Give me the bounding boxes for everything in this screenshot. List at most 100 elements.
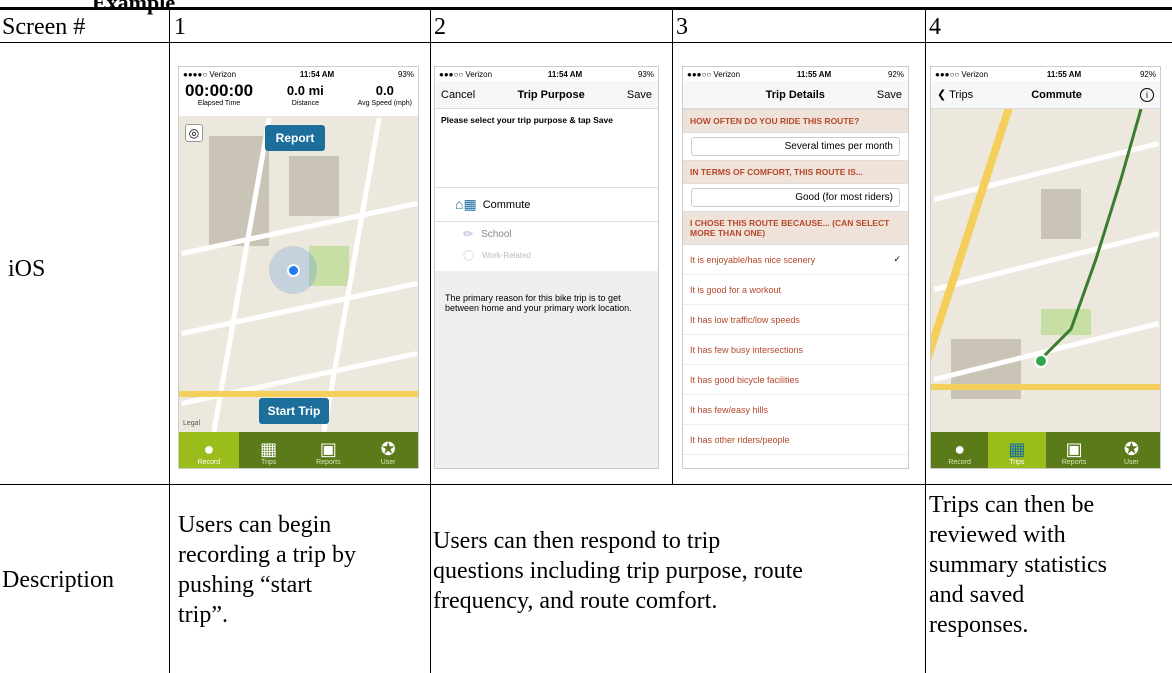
carrier-label: ●●●○○ Verizon <box>935 69 989 79</box>
reason-item[interactable]: It has good bicycle facilities <box>683 365 908 395</box>
reason-label: It has good bicycle facilities <box>690 374 800 385</box>
instruction-text: Please select your trip purpose & tap Sa… <box>441 115 613 125</box>
tab-record[interactable]: ● Record <box>179 432 239 468</box>
grid-line <box>0 42 1172 43</box>
reason-item[interactable]: It has other riders/people <box>683 425 908 455</box>
tab-label: Reports <box>316 459 341 466</box>
question-frequency: HOW OFTEN DO YOU RIDE THIS ROUTE? <box>683 109 908 133</box>
reason-item[interactable]: It has few busy intersections <box>683 335 908 365</box>
row-label-ios: iOS <box>8 256 46 282</box>
col-header-1: 1 <box>174 14 186 40</box>
grid-line <box>430 10 431 673</box>
tab-reports[interactable]: ▣ Reports <box>299 432 359 468</box>
speed-label: Avg Speed (mph) <box>357 100 412 107</box>
screen-trip-purpose: ●●●○○ Verizon 11:54 AM 93% Cancel Trip P… <box>434 66 659 469</box>
speed-value: 0.0 <box>375 83 394 98</box>
status-bar: ●●●●○ Verizon 11:54 AM 93% <box>179 67 418 81</box>
time-label: 11:54 AM <box>299 69 335 79</box>
save-button[interactable]: Save <box>877 89 902 101</box>
distance-value: 0.0 mi <box>286 83 324 98</box>
trip-start-marker-icon <box>1034 354 1048 368</box>
reason-label: It has few busy intersections <box>690 344 804 355</box>
col-header-4: 4 <box>929 14 941 40</box>
reason-label: It has few/easy hills <box>690 404 769 415</box>
tab-trips[interactable]: ▦ Trips <box>239 432 299 468</box>
nav-title: Trip Details <box>765 88 825 101</box>
reason-list: It is enjoyable/has nice scenery ✓ It is … <box>683 245 908 455</box>
desc-line: frequency, and route comfort. <box>433 588 718 614</box>
purpose-option-work[interactable]: ◯ Work-Related <box>435 246 658 264</box>
tab-user[interactable]: ✪ User <box>1103 432 1160 468</box>
desc-line: trip”. <box>178 602 228 628</box>
school-icon: ✏ <box>463 227 474 241</box>
route-path <box>1039 109 1143 361</box>
tab-reports[interactable]: ▣ Reports <box>1046 432 1103 468</box>
col-header-screen: Screen # <box>2 14 86 40</box>
legal-link[interactable]: Legal <box>183 420 200 427</box>
commute-icon: ⌂▦ <box>455 196 477 212</box>
screen-trip-details: ●●●○○ Verizon 11:55 AM 92% Trip Details … <box>682 66 909 469</box>
user-icon: ✪ <box>380 439 396 459</box>
purpose-option-commute[interactable]: ⌂▦ Commute <box>435 188 658 222</box>
map-icon: ▦ <box>260 439 278 459</box>
top-rule <box>0 7 1172 10</box>
tab-bar: ● Record ▦ Trips ▣ Reports ✪ User <box>179 432 418 468</box>
battery-label: 93% <box>397 69 414 79</box>
comfort-select[interactable]: Good (for most riders) <box>691 188 900 207</box>
reason-label: It has other riders/people <box>690 434 790 445</box>
grid-line <box>0 484 1172 485</box>
desc-line: questions including trip purpose, route <box>433 558 803 584</box>
tab-user[interactable]: ✪ User <box>358 432 418 468</box>
carrier-label: ●●●○○ Verizon <box>439 69 493 79</box>
map-view[interactable] <box>931 109 1160 434</box>
speed-stat: 0.0 Avg Speed (mph) <box>358 81 412 115</box>
cancel-button[interactable]: Cancel <box>441 89 475 101</box>
reason-item[interactable]: It is good for a workout <box>683 275 908 305</box>
option-label: Work-Related <box>482 250 531 260</box>
checkmark-icon: ✓ <box>893 254 901 264</box>
tab-trips[interactable]: ▦ Trips <box>988 432 1046 468</box>
frequency-select[interactable]: Several times per month <box>691 137 900 156</box>
tab-label: Reports <box>1061 459 1087 466</box>
reports-icon: ▣ <box>319 439 337 459</box>
chevron-left-icon: ❮ <box>937 89 947 101</box>
purpose-option-school[interactable]: ✏ School <box>435 222 658 246</box>
col-header-3: 3 <box>676 14 688 40</box>
route-line <box>1034 109 1143 368</box>
status-bar: ●●●○○ Verizon 11:55 AM 92% <box>683 67 908 81</box>
bike-icon: ● <box>203 439 215 459</box>
back-label: Trips <box>949 89 974 101</box>
trip-stats: 00:00:00 Elapsed Time 0.0 mi Distance 0.… <box>179 81 418 115</box>
start-trip-button[interactable]: Start Trip <box>259 398 329 424</box>
desc-line: and saved <box>929 582 1025 608</box>
tab-record[interactable]: ● Record <box>931 432 988 468</box>
screen-record: ●●●●○ Verizon 11:54 AM 93% 00:00:00 Elap… <box>178 66 419 469</box>
question-comfort: IN TERMS OF COMFORT, THIS ROUTE IS... <box>683 160 908 184</box>
locate-icon[interactable]: ◎ <box>185 124 203 142</box>
nav-title: Trip Purpose <box>517 88 585 101</box>
elapsed-label: Elapsed Time <box>197 100 241 107</box>
distance-stat: 0.0 mi Distance <box>287 81 324 115</box>
reason-item[interactable]: It is enjoyable/has nice scenery ✓ <box>683 245 908 275</box>
purpose-picker[interactable]: ⌂▦ Commute ✏ School ◯ Work-Related <box>435 187 658 264</box>
desc-line: responses. <box>929 612 1029 638</box>
nav-bar: ❮ Trips Commute i <box>931 81 1160 109</box>
nav-bar: Trip Details Save <box>683 81 908 109</box>
save-button[interactable]: Save <box>627 89 652 101</box>
reason-item[interactable]: It has few/easy hills <box>683 395 908 425</box>
desc-line: pushing “start <box>178 572 312 598</box>
time-label: 11:55 AM <box>796 69 832 79</box>
desc-line: summary statistics <box>929 552 1107 578</box>
reports-icon: ▣ <box>1065 439 1083 459</box>
purpose-explanation: The primary reason for this bike trip is… <box>435 271 658 468</box>
description-2: Users can then respond to trip questions… <box>433 526 923 616</box>
info-icon[interactable]: i <box>1139 87 1154 102</box>
reason-item[interactable]: It has low traffic/low speeds <box>683 305 908 335</box>
back-button[interactable]: ❮ Trips <box>937 88 973 101</box>
desc-line: Trips can then be <box>929 492 1095 518</box>
desc-line: reviewed with <box>929 522 1066 548</box>
grid-line <box>169 10 170 673</box>
map-view[interactable]: ◎ Legal <box>179 116 418 434</box>
report-button[interactable]: Report <box>265 125 325 151</box>
battery-label: 93% <box>637 69 654 79</box>
